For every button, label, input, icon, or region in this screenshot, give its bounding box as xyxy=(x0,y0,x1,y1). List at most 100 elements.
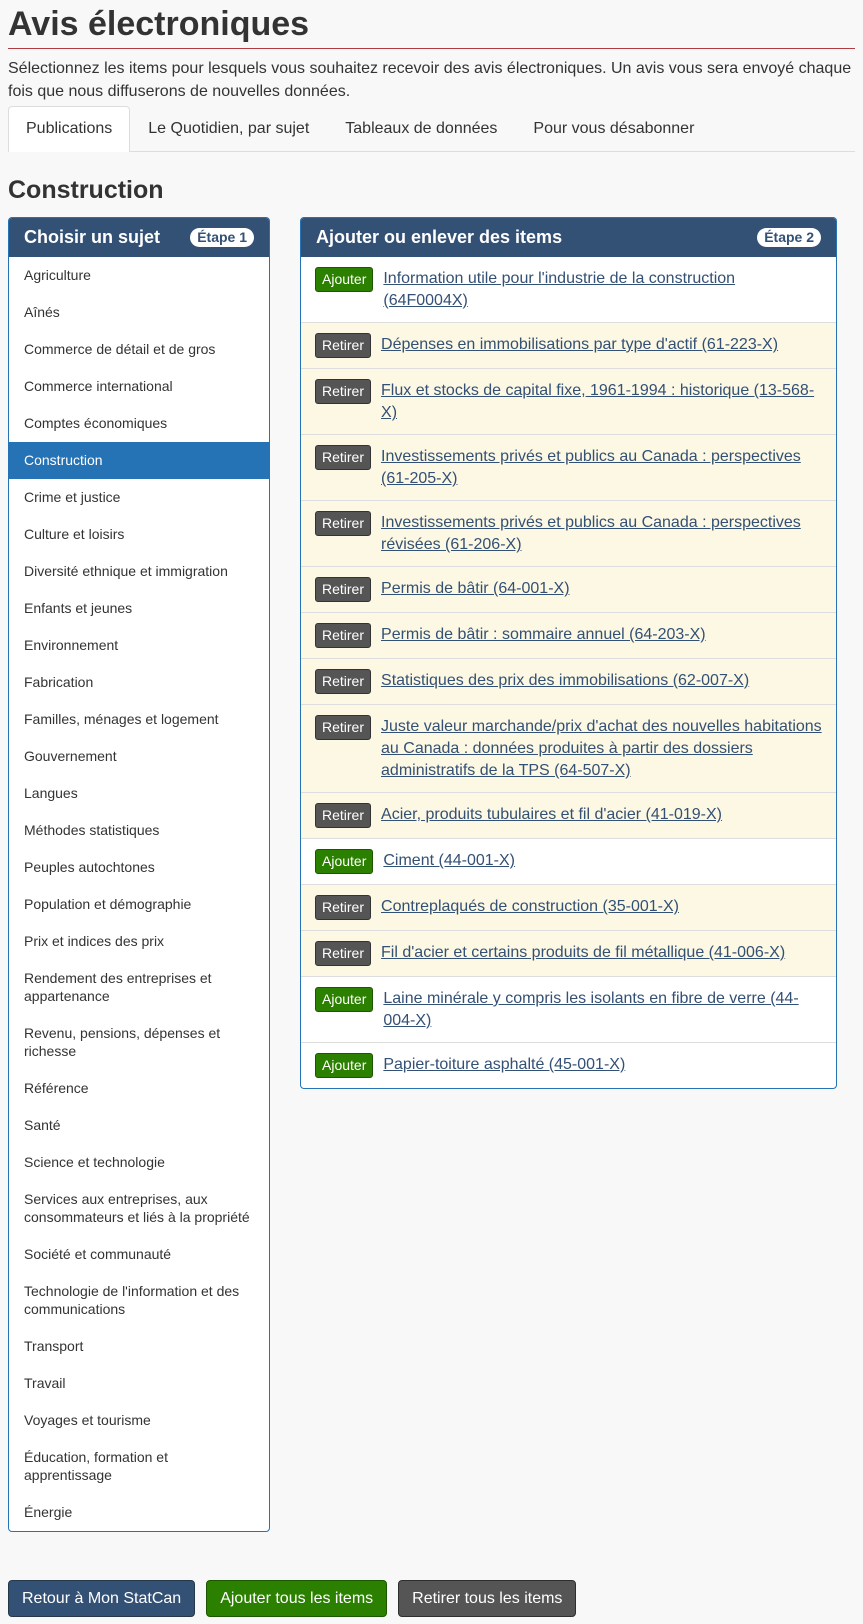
tab-tableaux-de-donnees[interactable]: Tableaux de données xyxy=(327,106,515,151)
page-container: Avis électroniques Sélectionnez les item… xyxy=(0,0,863,1532)
tab-bar: Publications Le Quotidien, par sujet Tab… xyxy=(8,106,855,152)
subject-panel: Choisir un sujet Étape 1 Agriculture Aîné… xyxy=(8,217,270,1532)
subject-item[interactable]: Culture et loisirs xyxy=(9,516,269,553)
subject-item[interactable]: Fabrication xyxy=(9,664,269,701)
remove-item-button[interactable]: Retirer xyxy=(315,445,372,470)
items-panel-header: Ajouter ou enlever des items Étape 2 xyxy=(301,218,836,257)
subject-item[interactable]: Gouvernement xyxy=(9,738,269,775)
add-item-button[interactable]: Ajouter xyxy=(315,1053,374,1078)
subject-item[interactable]: Construction xyxy=(9,442,269,479)
publication-link[interactable]: Laine minérale y compris les isolants en… xyxy=(383,987,822,1032)
remove-item-button[interactable]: Retirer xyxy=(315,333,372,358)
subject-item[interactable]: Voyages et tourisme xyxy=(9,1402,269,1439)
publication-link[interactable]: Flux et stocks de capital fixe, 1961-199… xyxy=(381,379,822,424)
publication-row: Retirer Fil d'acier et certains produits … xyxy=(301,930,836,976)
publication-row: Ajouter Ciment (44-001-X) xyxy=(301,838,836,884)
subject-item[interactable]: Santé xyxy=(9,1107,269,1144)
publication-link[interactable]: Permis de bâtir (64-001-X) xyxy=(381,577,570,600)
items-panel: Ajouter ou enlever des items Étape 2 Ajo… xyxy=(300,217,837,1089)
subject-item[interactable]: Environnement xyxy=(9,627,269,664)
remove-item-button[interactable]: Retirer xyxy=(315,379,372,404)
publication-link[interactable]: Contreplaqués de construction (35-001-X) xyxy=(381,895,679,918)
subject-item[interactable]: Aînés xyxy=(9,294,269,331)
tab-le-quotidien[interactable]: Le Quotidien, par sujet xyxy=(130,106,327,151)
publication-link[interactable]: Information utile pour l'industrie de la… xyxy=(383,267,822,312)
subject-item[interactable]: Énergie xyxy=(9,1494,269,1531)
subject-item[interactable]: Agriculture xyxy=(9,257,269,294)
items-panel-title: Ajouter ou enlever des items xyxy=(316,227,563,247)
subject-item[interactable]: Commerce de détail et de gros xyxy=(9,331,269,368)
publication-row: Retirer Juste valeur marchande/prix d'ach… xyxy=(301,704,836,792)
subject-list: Agriculture Aînés Commerce de détail et de… xyxy=(9,257,269,1531)
subject-item[interactable]: Prix et indices des prix xyxy=(9,923,269,960)
subject-item[interactable]: Comptes économiques xyxy=(9,405,269,442)
publication-link[interactable]: Dépenses en immobilisations par type d'a… xyxy=(381,333,778,356)
subject-item[interactable]: Société et communauté xyxy=(9,1236,269,1273)
publication-row: Retirer Permis de bâtir : sommaire annuel… xyxy=(301,612,836,658)
subject-item[interactable]: Crime et justice xyxy=(9,479,269,516)
publication-link[interactable]: Statistiques des prix des immobilisation… xyxy=(381,669,749,692)
subject-item[interactable]: Langues xyxy=(9,775,269,812)
publication-row: Ajouter Information utile pour l'industri… xyxy=(301,257,836,322)
publication-link[interactable]: Acier, produits tubulaires et fil d'acie… xyxy=(381,803,722,826)
subject-item[interactable]: Peuples autochtones xyxy=(9,849,269,886)
add-item-button[interactable]: Ajouter xyxy=(315,987,374,1012)
subject-item[interactable]: Familles, ménages et logement xyxy=(9,701,269,738)
subject-item[interactable]: Science et technologie xyxy=(9,1144,269,1181)
subject-item[interactable]: Rendement des entreprises et appartenanc… xyxy=(9,960,269,1015)
add-all-items-button[interactable]: Ajouter tous les items xyxy=(206,1580,388,1617)
content-columns: Choisir un sujet Étape 1 Agriculture Aîné… xyxy=(8,217,855,1532)
subject-item[interactable]: Population et démographie xyxy=(9,886,269,923)
subject-item[interactable]: Technologie de l'information et des comm… xyxy=(9,1273,269,1328)
item-list: Ajouter Information utile pour l'industri… xyxy=(301,257,836,1088)
publication-link[interactable]: Investissements privés et publics au Can… xyxy=(381,445,822,490)
back-to-mystatcan-button[interactable]: Retour à Mon StatCan xyxy=(8,1580,196,1617)
page-title: Avis électroniques xyxy=(8,0,855,49)
remove-item-button[interactable]: Retirer xyxy=(315,715,372,740)
subject-item[interactable]: Commerce international xyxy=(9,368,269,405)
publication-link[interactable]: Ciment (44-001-X) xyxy=(383,849,515,872)
publication-link[interactable]: Papier-toiture asphalté (45-001-X) xyxy=(383,1053,625,1076)
publication-row: Retirer Permis de bâtir (64-001-X) xyxy=(301,566,836,612)
remove-item-button[interactable]: Retirer xyxy=(315,623,372,648)
publication-row: Retirer Dépenses en immobilisations par t… xyxy=(301,322,836,368)
tab-publications[interactable]: Publications xyxy=(8,106,131,152)
step-1-badge: Étape 1 xyxy=(190,228,254,247)
subject-item[interactable]: Services aux entreprises, aux consommate… xyxy=(9,1181,269,1236)
subject-item[interactable]: Travail xyxy=(9,1365,269,1402)
subject-item[interactable]: Enfants et jeunes xyxy=(9,590,269,627)
add-item-button[interactable]: Ajouter xyxy=(315,849,374,874)
remove-item-button[interactable]: Retirer xyxy=(315,803,372,828)
publication-row: Retirer Investissements privés et publics… xyxy=(301,434,836,500)
publication-row: Retirer Flux et stocks de capital fixe, 1… xyxy=(301,368,836,434)
publication-row: Retirer Statistiques des prix des immobil… xyxy=(301,658,836,704)
subject-item[interactable]: Méthodes statistiques xyxy=(9,812,269,849)
page-intro: Sélectionnez les items pour lesquels vou… xyxy=(8,60,852,100)
footer-actions: Retour à Mon StatCan Ajouter tous les it… xyxy=(8,1580,587,1617)
publication-link[interactable]: Juste valeur marchande/prix d'achat des … xyxy=(381,715,822,782)
remove-item-button[interactable]: Retirer xyxy=(315,941,372,966)
remove-item-button[interactable]: Retirer xyxy=(315,895,372,920)
subject-item[interactable]: Diversité ethnique et immigration xyxy=(9,553,269,590)
publication-row: Retirer Acier, produits tubulaires et fil… xyxy=(301,792,836,838)
publication-row: Retirer Investissements privés et publics… xyxy=(301,500,836,566)
tab-desabonner[interactable]: Pour vous désabonner xyxy=(515,106,712,151)
publication-row: Ajouter Papier-toiture asphalté (45-001-X… xyxy=(301,1042,836,1088)
subject-item[interactable]: Référence xyxy=(9,1070,269,1107)
publication-row: Ajouter Laine minérale y compris les isol… xyxy=(301,976,836,1042)
step-2-badge: Étape 2 xyxy=(757,228,821,247)
remove-item-button[interactable]: Retirer xyxy=(315,577,372,602)
add-item-button[interactable]: Ajouter xyxy=(315,267,374,292)
publication-link[interactable]: Permis de bâtir : sommaire annuel (64-20… xyxy=(381,623,706,646)
remove-item-button[interactable]: Retirer xyxy=(315,511,372,536)
subject-panel-title: Choisir un sujet xyxy=(24,227,161,247)
remove-all-items-button[interactable]: Retirer tous les items xyxy=(398,1580,577,1617)
subject-item[interactable]: Éducation, formation et apprentissage xyxy=(9,1439,269,1494)
subject-panel-header: Choisir un sujet Étape 1 xyxy=(9,218,269,257)
publication-link[interactable]: Fil d'acier et certains produits de fil … xyxy=(381,941,785,964)
subject-item[interactable]: Revenu, pensions, dépenses et richesse xyxy=(9,1015,269,1070)
subject-item[interactable]: Transport xyxy=(9,1328,269,1365)
publication-link[interactable]: Investissements privés et publics au Can… xyxy=(381,511,822,556)
remove-item-button[interactable]: Retirer xyxy=(315,669,372,694)
section-title: Construction xyxy=(8,176,164,204)
